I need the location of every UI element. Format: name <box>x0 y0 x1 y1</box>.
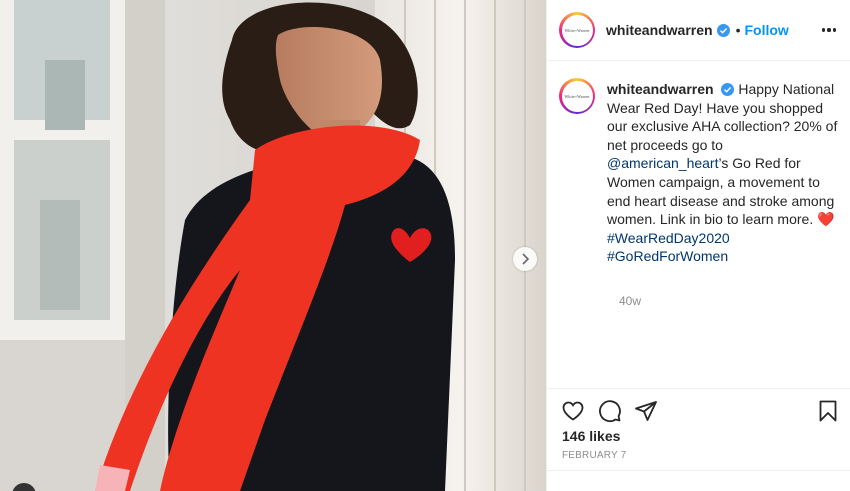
follow-button[interactable]: Follow <box>745 22 789 38</box>
avatar-image: White+Warren <box>561 80 593 112</box>
next-image-button[interactable] <box>513 247 537 271</box>
heart-emoji: ❤️ <box>817 211 835 228</box>
mention-link[interactable]: @american_heart <box>607 155 719 171</box>
more-options-icon[interactable] <box>822 22 836 38</box>
hashtag-link[interactable]: #GoRedForWomen <box>607 248 728 264</box>
comment-icon[interactable] <box>598 399 622 423</box>
hashtag-link[interactable]: #WearRedDay2020 <box>607 230 730 246</box>
post-photo[interactable] <box>0 0 546 491</box>
caption-avatar[interactable]: White+Warren <box>559 78 595 114</box>
bookmark-icon[interactable] <box>816 399 840 423</box>
photo-illustration <box>0 0 546 491</box>
add-comment-bar[interactable] <box>547 470 850 491</box>
comment-time[interactable]: 40w <box>619 294 641 308</box>
caption-username[interactable]: whiteandwarren <box>607 81 714 97</box>
likes-count[interactable]: 146 likes <box>562 428 620 444</box>
caption-text: whiteandwarren Happy National Wear Red D… <box>607 80 847 266</box>
post-date: FEBRUARY 7 <box>562 450 627 461</box>
heart-outline-icon[interactable] <box>561 399 585 423</box>
post-side-panel: White+Warren whiteandwarren • Follow Whi… <box>546 0 850 491</box>
post-actions: 146 likes FEBRUARY 7 <box>547 388 850 491</box>
profile-avatar[interactable]: White+Warren <box>559 12 595 48</box>
verified-badge-icon <box>716 23 730 37</box>
post-header: White+Warren whiteandwarren • Follow <box>547 0 850 61</box>
separator-dot: • <box>735 22 741 38</box>
paper-plane-icon[interactable] <box>634 399 658 423</box>
avatar-logo-text: White+Warren <box>564 93 590 99</box>
chevron-right-icon <box>522 253 530 265</box>
avatar-logo-text: White+Warren <box>564 27 590 33</box>
verified-badge-icon <box>721 83 735 96</box>
header-username[interactable]: whiteandwarren <box>606 22 713 38</box>
avatar-image: White+Warren <box>561 14 593 46</box>
